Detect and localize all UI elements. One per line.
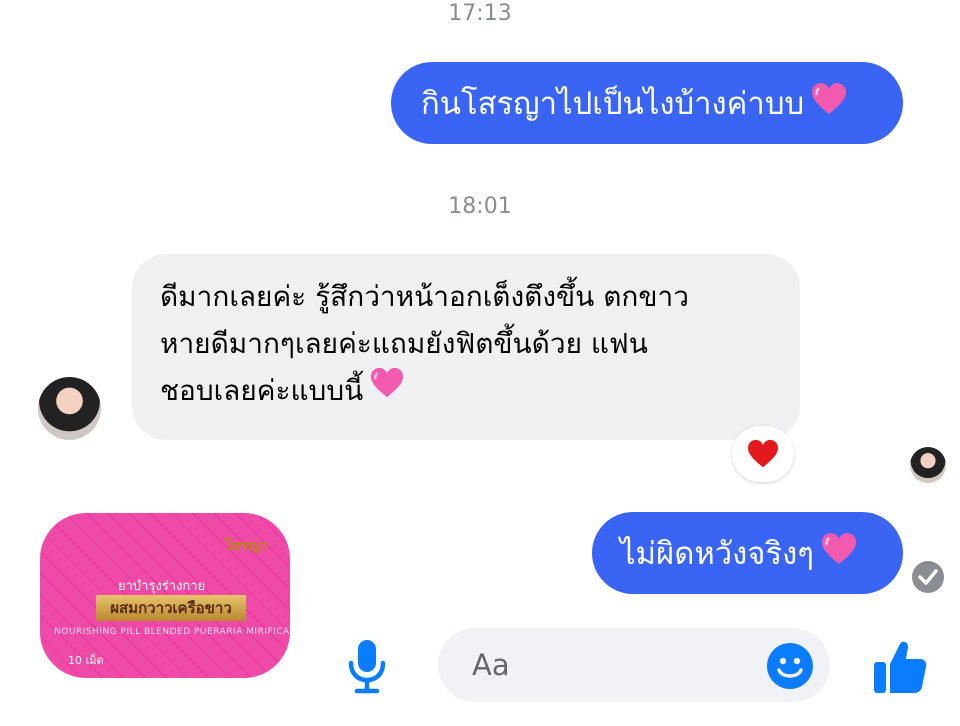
sparkling-heart-icon: [369, 362, 405, 419]
checkmark-icon: [912, 561, 944, 593]
message-input[interactable]: Aa: [438, 628, 830, 702]
product-band: ผสมกวาวเครือขาว: [96, 595, 246, 621]
message-line: ชอบเลยค่ะแบบนี้: [160, 374, 364, 407]
product-brand: โสรญา: [224, 538, 268, 554]
incoming-message[interactable]: ดีมากเลยค่ะ รู้สึกว่าหน้าอกเต็งตึงขึ้น ต…: [132, 254, 800, 440]
seen-avatar: [910, 447, 946, 483]
product-subtitle: NOURISHING PILL BLENDED PUERARIA MIRIFIC…: [54, 627, 290, 637]
product-net: 10 เม็ด: [68, 654, 104, 667]
message-text: กินโสรญาไปเป็นไงบ้างค่าบบ: [421, 86, 805, 122]
smiley-icon[interactable]: [766, 642, 814, 690]
avatar[interactable]: [38, 377, 101, 440]
sparkling-heart-icon: [820, 531, 858, 575]
outgoing-message[interactable]: กินโสรญาไปเป็นไงบ้างค่าบบ: [391, 62, 903, 144]
thumbs-up-icon[interactable]: [872, 638, 928, 696]
product-image[interactable]: โสรญา ยาบำรุงร่างกาย ผสมกวาวเครือขาว NOU…: [40, 513, 290, 678]
sparkling-heart-icon: [810, 81, 848, 125]
message-input-placeholder: Aa: [472, 648, 510, 682]
heart-reaction[interactable]: [732, 426, 794, 482]
product-text: ยาบำรุงร่างกาย: [118, 579, 206, 594]
heart-icon: [748, 439, 778, 468]
microphone-icon[interactable]: [343, 636, 391, 696]
timestamp: 17:13: [448, 1, 512, 26]
message-text: ไม่ผิดหวังจริงๆ: [620, 536, 814, 572]
timestamp: 18:01: [448, 194, 512, 219]
outgoing-message[interactable]: ไม่ผิดหวังจริงๆ: [592, 512, 903, 594]
